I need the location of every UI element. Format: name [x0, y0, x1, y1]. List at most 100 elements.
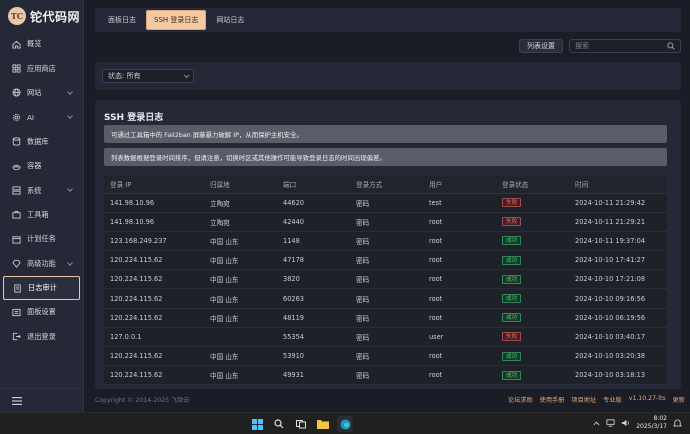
status-badge: 失败: [502, 217, 522, 227]
sidebar-item-label: 应用商店: [27, 63, 56, 73]
windows-start-icon[interactable]: [249, 416, 265, 432]
log-icon: [13, 284, 22, 293]
main-content: 面板日志 SSH 登录日志 网站日志 列表设置 状态: 所有 SSH 登录日志 …: [85, 0, 690, 412]
cell-method: 密码: [350, 269, 423, 290]
cell-location: 中国 山东: [204, 250, 277, 271]
sidebar-item-log[interactable]: 日志审计: [3, 275, 80, 301]
cell-time: 2024-10-10 06:19:56: [569, 308, 667, 328]
cell-location: 中国 山东: [204, 288, 277, 309]
cell-port: 48119: [277, 308, 350, 328]
status-badge: 成功: [502, 236, 522, 246]
server-icon: [12, 186, 21, 195]
copyright-text: Copyright © 2014-2025 飞致云: [95, 396, 190, 404]
sidebar-item-gear[interactable]: AI: [0, 105, 83, 129]
column-settings-button[interactable]: 列表设置: [519, 39, 563, 53]
sidebar-item-calendar[interactable]: 计划任务: [0, 227, 83, 251]
chevron-down-icon: [67, 259, 73, 266]
notice-sorting: 列表数据根据登录时间排序，但请注意，切换时区或其他操作可能导致登录日志的时间出现…: [104, 148, 667, 166]
sidebar: TC 铊代码网 概览应用商店网站 AI 数据库 容器 系统 工具箱计划任务高级功能 日志审计…: [0, 0, 84, 412]
col-header-status: 登录状态: [496, 176, 569, 194]
sidebar-item-grid[interactable]: 应用商店: [0, 56, 83, 80]
link-update[interactable]: 更新: [673, 395, 685, 404]
status-badge: 成功: [502, 313, 522, 323]
cell-user: root: [423, 346, 496, 367]
cell-location: 中国 山东: [204, 365, 277, 386]
col-header-port: 端口: [277, 176, 350, 194]
sidebar-item-label: 退出登录: [27, 331, 56, 341]
link-project[interactable]: 项目地址: [571, 395, 596, 404]
container-icon: [12, 162, 21, 171]
cell-location: 立陶宛: [204, 193, 277, 213]
link-pro[interactable]: 专业版: [603, 395, 622, 404]
sidebar-item-label: 计划任务: [27, 234, 56, 244]
toolbar: 列表设置: [95, 37, 681, 55]
chevron-down-icon: [67, 186, 73, 193]
cell-ip: 141.98.10.96: [104, 212, 204, 232]
sidebar-item-diamond[interactable]: 高级功能: [0, 252, 83, 276]
cell-status: 成功: [496, 288, 569, 309]
search-input[interactable]: [575, 42, 665, 50]
cell-port: 1148: [277, 231, 350, 252]
cell-port: 44620: [277, 193, 350, 213]
sidebar-item-toolbox[interactable]: 工具箱: [0, 203, 83, 227]
cell-port: 47178: [277, 250, 350, 271]
link-manual[interactable]: 使用手册: [540, 395, 565, 404]
cell-ip: 120.224.115.62: [104, 308, 204, 328]
sidebar-item-globe[interactable]: 网站: [0, 81, 83, 105]
status-badge: 成功: [502, 351, 522, 361]
sidebar-item-logout[interactable]: 退出登录: [0, 325, 83, 349]
cell-ip: 120.224.115.62: [104, 346, 204, 367]
cell-user: root: [423, 231, 496, 252]
sidebar-item-server[interactable]: 系统: [0, 178, 83, 202]
system-tray: 8:02 2025/3/17: [593, 415, 682, 431]
tab-ssh-log[interactable]: SSH 登录日志: [146, 10, 207, 30]
task-view-icon[interactable]: [293, 416, 309, 432]
settings-icon: [12, 308, 21, 317]
footer: Copyright © 2014-2025 飞致云 论坛求助 使用手册 项目地址…: [95, 392, 685, 406]
network-icon[interactable]: [606, 419, 615, 427]
collapse-menu-button[interactable]: [0, 388, 84, 412]
table-row: 120.224.115.62 中国 山东 49931 密码 root 成功 2024-10-…: [104, 365, 667, 386]
file-explorer-icon[interactable]: [315, 416, 331, 432]
cell-time: 2024-10-11 21:29:42: [569, 193, 667, 213]
sidebar-item-container[interactable]: 容器: [0, 154, 83, 178]
status-badge: 成功: [502, 255, 522, 265]
chevron-up-icon[interactable]: [593, 421, 600, 426]
status-filter-select[interactable]: 状态: 所有: [102, 69, 194, 83]
chevron-down-icon: [183, 72, 190, 79]
ssh-log-table: 登录 IP 归属地 端口 登录方式 用户 登录状态 时间 141.98.10.9…: [104, 176, 667, 386]
sidebar-item-home[interactable]: 概览: [0, 32, 83, 56]
search-icon[interactable]: [271, 416, 287, 432]
link-forum[interactable]: 论坛求助: [508, 395, 533, 404]
cell-ip: 120.224.115.62: [104, 288, 204, 309]
cell-time: 2024-10-10 03:40:17: [569, 327, 667, 348]
tab-panel-log[interactable]: 面板日志: [101, 11, 143, 29]
sidebar-item-settings[interactable]: 面板设置: [0, 300, 83, 324]
edge-browser-icon[interactable]: [337, 416, 353, 432]
status-badge: 失败: [502, 198, 522, 208]
cell-method: 密码: [350, 288, 423, 309]
cell-location: [204, 327, 277, 348]
notification-icon[interactable]: [673, 418, 682, 428]
cell-time: 2024-10-11 21:29:21: [569, 212, 667, 232]
version-text: v1.10.27-lts: [628, 394, 666, 402]
logo[interactable]: TC 铊代码网: [0, 0, 83, 32]
sidebar-nav: 概览应用商店网站 AI 数据库 容器 系统 工具箱计划任务高级功能 日志审计 面板设置退出登录: [0, 32, 83, 349]
cell-location: 中国 山东: [204, 231, 277, 252]
taskbar-clock[interactable]: 8:02 2025/3/17: [636, 415, 667, 431]
cell-location: 立陶宛: [204, 212, 277, 232]
cell-method: 密码: [350, 346, 423, 367]
globe-icon: [12, 88, 21, 98]
cell-user: root: [423, 365, 496, 386]
sidebar-item-database[interactable]: 数据库: [0, 130, 83, 154]
col-header-user: 用户: [423, 176, 496, 194]
log-tabs: 面板日志 SSH 登录日志 网站日志: [95, 8, 681, 32]
cell-status: 成功: [496, 250, 569, 271]
panel-title: SSH 登录日志: [104, 113, 164, 123]
search-icon[interactable]: [667, 42, 675, 50]
cell-status: 成功: [496, 365, 569, 386]
status-badge: 失败: [502, 332, 522, 342]
cell-status: 失败: [496, 327, 569, 348]
volume-icon[interactable]: [621, 419, 630, 427]
tab-website-log[interactable]: 网站日志: [209, 11, 251, 29]
